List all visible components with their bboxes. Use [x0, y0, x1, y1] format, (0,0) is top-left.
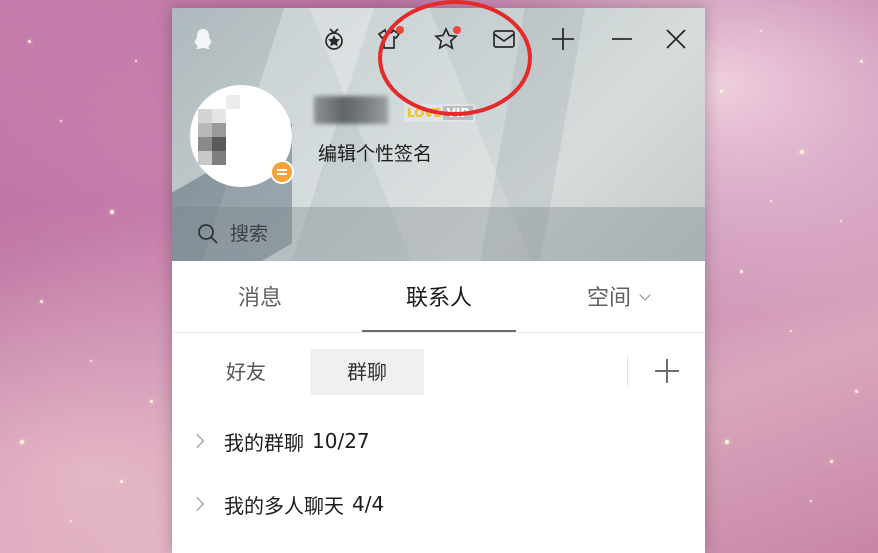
- group-count: 10/27: [312, 429, 370, 453]
- main-tab-bar: 消息 联系人 空间: [172, 261, 705, 333]
- close-icon[interactable]: [659, 22, 693, 56]
- chevron-right-icon: [189, 496, 205, 512]
- tab-contacts[interactable]: 联系人: [362, 261, 516, 333]
- subtab-friends[interactable]: 好友: [202, 349, 290, 395]
- vip-badge[interactable]: LOVE VIP: [404, 104, 477, 122]
- add-group-button[interactable]: [650, 354, 684, 388]
- chevron-down-icon: [639, 289, 651, 301]
- active-tab-indicator: [362, 330, 516, 332]
- tab-qzone[interactable]: 空间: [548, 261, 688, 333]
- nickname-masked[interactable]: [314, 96, 388, 124]
- star-icon[interactable]: [429, 22, 463, 56]
- group-label: 我的多人聊天: [224, 493, 344, 518]
- mail-icon[interactable]: [487, 22, 521, 56]
- medal-icon[interactable]: [317, 22, 351, 56]
- plus-icon: [655, 359, 679, 383]
- chevron-right-icon: [189, 433, 205, 449]
- shirt-icon[interactable]: [372, 22, 406, 56]
- tab-qzone-label: 空间: [586, 286, 631, 311]
- profile-header: LOVE VIP 编辑个性签名: [172, 8, 705, 261]
- search-input[interactable]: [230, 223, 630, 245]
- group-label: 我的群聊: [224, 430, 304, 455]
- qq-main-window: LOVEVIP 编辑个性签名 消息 联系人 空间 好友 群聊 我的群聊 10/2…: [172, 8, 705, 553]
- qq-logo-icon: [186, 22, 220, 56]
- search-icon: [198, 224, 218, 244]
- divider: [627, 355, 628, 387]
- plus-icon[interactable]: [546, 22, 580, 56]
- notification-dot: [396, 26, 404, 34]
- search-bar[interactable]: [172, 207, 705, 261]
- group-count: 4/4: [352, 492, 385, 516]
- signature-text[interactable]: 编辑个性签名: [318, 139, 432, 166]
- notification-dot: [453, 26, 461, 34]
- list-item[interactable]: 我的多人聊天 4/4: [189, 484, 385, 524]
- online-status-badge[interactable]: [270, 160, 294, 184]
- subtab-groups[interactable]: 群聊: [310, 349, 424, 395]
- list-item[interactable]: 我的群聊 10/27: [189, 421, 370, 461]
- tab-messages[interactable]: 消息: [192, 261, 328, 333]
- minimize-icon[interactable]: [605, 22, 639, 56]
